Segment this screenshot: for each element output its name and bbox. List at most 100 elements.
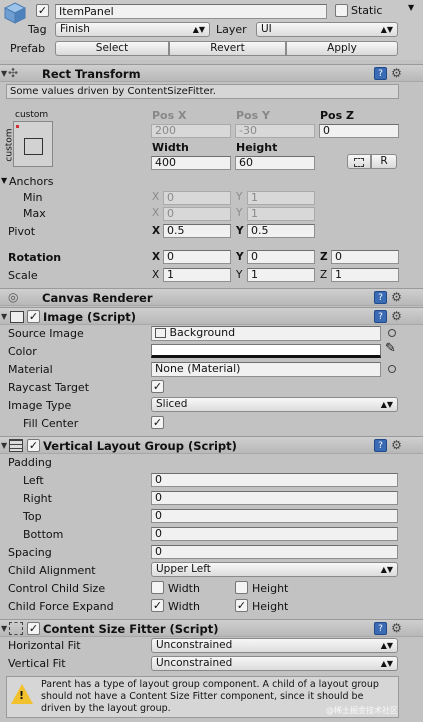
anchor-preset-label: custom [15,110,49,120]
source-image-field[interactable]: Background [151,326,381,341]
source-image-label: Source Image [8,327,84,340]
scale-x-field[interactable]: 1 [163,268,231,282]
spacing-field[interactable]: 0 [151,545,398,559]
control-width-checkbox[interactable] [151,581,164,594]
posy-field[interactable]: -30 [235,124,315,138]
gear-icon[interactable]: ⚙ [390,622,403,635]
control-height-checkbox[interactable] [235,581,248,594]
padding-left-field[interactable]: 0 [151,473,398,487]
scale-z-field[interactable]: 1 [331,268,399,282]
static-dropdown-arrow[interactable]: ▼ [408,3,414,12]
csf-title: Content Size Fitter (Script) [43,622,219,636]
fold-arrow-icon[interactable]: ▼ [1,624,7,633]
help-icon[interactable]: ? [374,622,387,635]
tag-dropdown[interactable]: Finish ▲▼ [55,22,210,37]
expand-height-checkbox[interactable]: ✓ [235,599,248,612]
help-icon[interactable]: ? [374,439,387,452]
material-field[interactable]: None (Material) [151,362,381,377]
image-enabled-checkbox[interactable]: ✓ [27,310,40,323]
vlg-enabled-checkbox[interactable]: ✓ [27,439,40,452]
width-field[interactable]: 400 [151,156,231,170]
anchor-max-x-field[interactable]: 0 [163,207,231,221]
material-label: Material [8,363,53,376]
active-toggle[interactable]: ✓ [36,4,49,17]
vlg-header[interactable]: ▼ ✓ Vertical Layout Group (Script) ? ⚙ [0,436,423,454]
material-picker-icon[interactable] [388,365,396,373]
driven-info-box: Some values driven by ContentSizeFitter. [6,84,399,99]
color-swatch[interactable] [151,344,381,358]
anchor-max-y-field[interactable]: 1 [247,207,315,221]
help-icon[interactable]: ? [374,310,387,323]
rotation-z-axis: Z [320,251,328,263]
posx-field[interactable]: 200 [151,124,231,138]
color-label: Color [8,345,37,358]
gear-icon[interactable]: ⚙ [390,291,403,304]
posz-field[interactable]: 0 [319,124,399,138]
fold-arrow-icon[interactable]: ▼ [1,441,7,450]
padding-right-field[interactable]: 0 [151,491,398,505]
gear-icon[interactable]: ⚙ [390,67,403,80]
static-checkbox[interactable] [335,4,348,17]
child-alignment-value: Upper Left [156,563,211,575]
blueprint-mode-button[interactable] [347,154,371,169]
help-icon[interactable]: ? [374,67,387,80]
object-picker-icon[interactable] [388,329,396,337]
padding-foldout-label[interactable]: Padding [8,456,52,469]
vertical-layout-icon [9,439,23,452]
scale-y-field[interactable]: 1 [247,268,315,282]
rotation-x-field[interactable]: 0 [163,250,231,264]
pivot-x-axis: X [152,225,161,237]
anchor-min-y-field[interactable]: 1 [247,191,315,205]
gear-icon[interactable]: ⚙ [390,310,403,323]
fill-center-checkbox[interactable]: ✓ [151,416,164,429]
vertical-fit-label: Vertical Fit [8,657,66,670]
horizontal-fit-dropdown[interactable]: Unconstrained ▲▼ [151,638,398,653]
layer-label: Layer [216,23,247,36]
prefab-revert-button[interactable]: Revert [169,41,286,56]
pivot-label: Pivot [8,225,36,238]
image-header[interactable]: ▼ ✓ Image (Script) ? ⚙ [0,307,423,325]
fold-arrow-icon[interactable]: ▼ [1,312,7,321]
width-label: Width [152,141,189,154]
raw-edit-button[interactable]: R [371,154,397,169]
prefab-apply-button[interactable]: Apply [286,41,398,56]
spacing-label: Spacing [8,546,52,559]
image-type-dropdown[interactable]: Sliced ▲▼ [151,397,398,412]
rotation-z-field[interactable]: 0 [331,250,399,264]
image-title: Image (Script) [43,310,137,324]
canvas-renderer-header[interactable]: ◎ Canvas Renderer ? ⚙ [0,288,423,306]
rect-transform-header[interactable]: ▼ ✣ Rect Transform ? ⚙ [0,64,423,82]
rotation-y-field[interactable]: 0 [247,250,315,264]
layer-dropdown[interactable]: UI ▲▼ [256,22,398,37]
child-alignment-dropdown[interactable]: Upper Left ▲▼ [151,562,398,577]
expand-width-checkbox[interactable]: ✓ [151,599,164,612]
padding-left-label: Left [23,474,44,487]
pivot-y-field[interactable]: 0.5 [247,224,315,238]
canvas-renderer-icon: ◎ [8,290,19,304]
anchor-max-x-axis: X [152,207,160,219]
padding-right-label: Right [23,492,52,505]
csf-enabled-checkbox[interactable]: ✓ [27,622,40,635]
help-icon[interactable]: ? [374,291,387,304]
prefab-select-button[interactable]: Select [55,41,169,56]
content-size-fitter-icon [9,622,23,635]
image-type-label: Image Type [8,399,72,412]
anchor-min-x-field[interactable]: 0 [163,191,231,205]
gear-icon[interactable]: ⚙ [390,439,403,452]
csf-header[interactable]: ▼ ✓ Content Size Fitter (Script) ? ⚙ [0,619,423,637]
pivot-y-axis: Y [236,225,244,237]
raycast-target-label: Raycast Target [8,381,90,394]
fold-arrow-icon[interactable]: ▼ [1,69,7,78]
eyedropper-icon[interactable]: ✎ [385,341,396,356]
anchor-min-x-axis: X [152,191,160,203]
vertical-fit-dropdown[interactable]: Unconstrained ▲▼ [151,656,398,671]
padding-bottom-field[interactable]: 0 [151,527,398,541]
padding-top-label: Top [23,510,42,523]
name-field[interactable]: ItemPanel [55,4,327,19]
pivot-x-field[interactable]: 0.5 [163,224,231,238]
anchors-foldout[interactable]: ▼ [1,176,7,185]
height-field[interactable]: 60 [235,156,315,170]
raycast-target-checkbox[interactable]: ✓ [151,380,164,393]
padding-top-field[interactable]: 0 [151,509,398,523]
anchor-preset-button[interactable] [13,121,53,167]
